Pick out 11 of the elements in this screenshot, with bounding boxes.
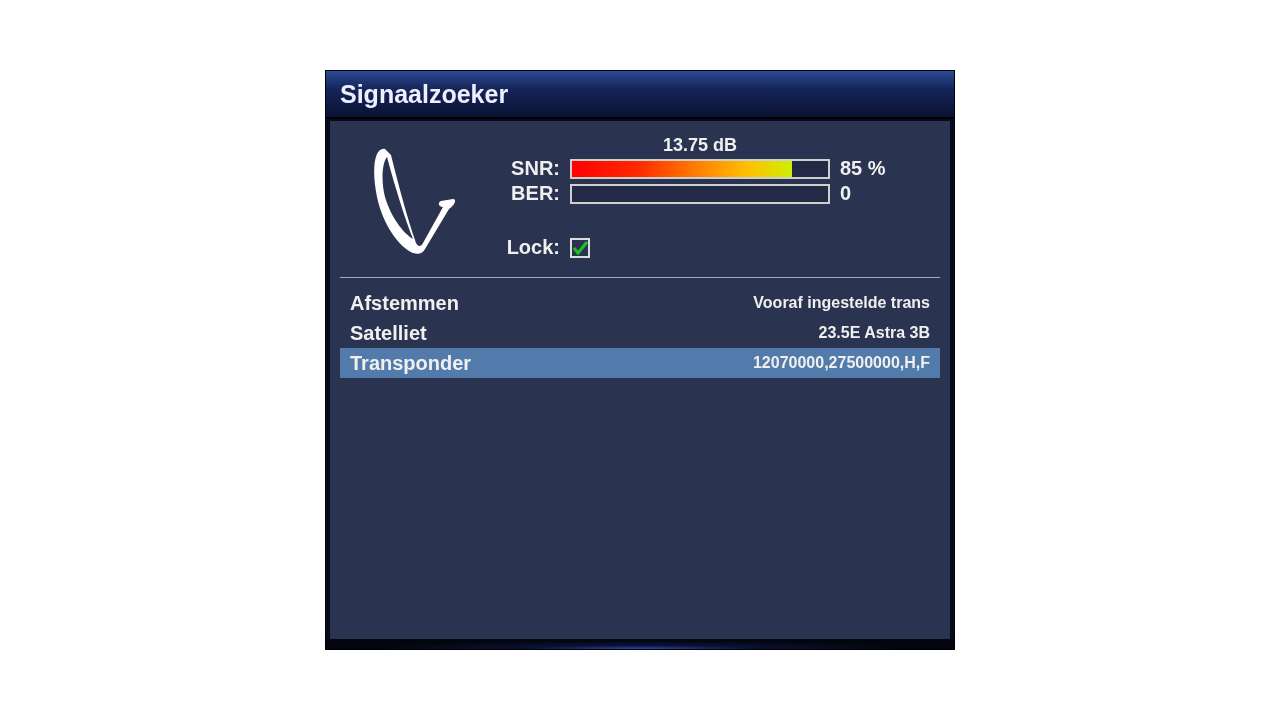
meter-value: 85 % (840, 157, 886, 180)
meter-value: 0 (840, 182, 852, 205)
window-title: Signaalzoeker (340, 79, 509, 109)
menu-item[interactable]: Transponder 12070000,27500000,H,F (340, 348, 940, 378)
menu-item[interactable]: Afstemmen Vooraf ingestelde trans (340, 288, 940, 318)
menu-item[interactable]: Satelliet 23.5E Astra 3B (340, 318, 940, 348)
meter-label: SNR: (510, 157, 560, 180)
signal-reading: 13.75 dB (661, 135, 738, 156)
meter-label: BER: (510, 182, 560, 205)
satellite-dish-icon (373, 147, 457, 257)
lock-label: Lock: (505, 236, 560, 259)
